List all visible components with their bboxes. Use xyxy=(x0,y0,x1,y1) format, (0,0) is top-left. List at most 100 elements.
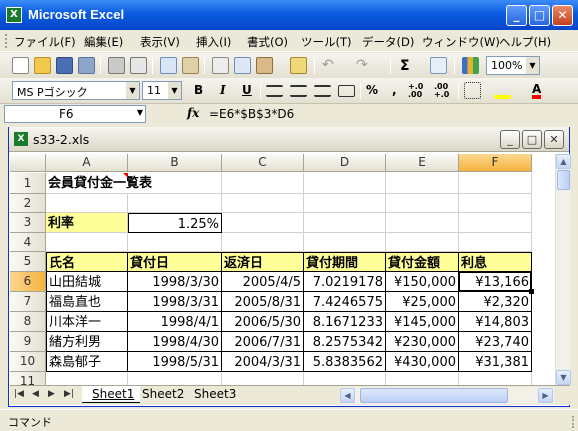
zoom-combo[interactable]: 100% ▼ xyxy=(486,56,540,75)
row-header-6[interactable]: 6 xyxy=(10,272,46,292)
cell-c8[interactable]: 2006/5/30 xyxy=(222,312,304,332)
print-preview-icon[interactable] xyxy=(130,57,147,74)
font-size-combo[interactable]: 11 ▼ xyxy=(142,81,182,100)
chevron-down-icon[interactable]: ▼ xyxy=(137,108,143,117)
worksheet-grid[interactable]: A B C D E F 1 会員貸付金一覧表 2 3 利率 1.25% 4 5 氏名 貸付日 返済日 貸付期間 貸付… xyxy=(10,154,555,385)
chevron-down-icon[interactable]: ▼ xyxy=(168,82,181,99)
scroll-right-icon[interactable]: ▶ xyxy=(538,388,553,403)
chevron-down-icon[interactable]: ▼ xyxy=(526,57,539,74)
cell-d10[interactable]: 5.8383562 xyxy=(304,352,386,372)
cell-b2[interactable] xyxy=(128,194,222,213)
cell-c9[interactable]: 2006/7/31 xyxy=(222,332,304,352)
format-painter-icon[interactable] xyxy=(290,57,307,74)
borders-icon[interactable] xyxy=(464,82,481,99)
menu-edit[interactable]: 編集(E) xyxy=(84,34,123,50)
undo-icon[interactable]: ↶ xyxy=(322,57,339,74)
cell-c5[interactable]: 返済日 xyxy=(222,252,304,272)
row-header-7[interactable]: 7 xyxy=(10,292,46,312)
paste-icon[interactable] xyxy=(256,57,273,74)
cell-a6[interactable]: 山田結城 xyxy=(46,272,128,292)
column-header-c[interactable]: C xyxy=(222,154,304,172)
menu-view[interactable]: 表示(V) xyxy=(140,34,180,50)
cell-c4[interactable] xyxy=(222,233,304,252)
menu-format[interactable]: 書式(O) xyxy=(247,34,288,50)
cell-c2[interactable] xyxy=(222,194,304,213)
chevron-down-icon[interactable]: ▼ xyxy=(126,82,139,99)
cell-c10[interactable]: 2004/3/31 xyxy=(222,352,304,372)
italic-button[interactable]: I xyxy=(220,83,226,97)
resize-grip[interactable] xyxy=(562,416,574,428)
cut-icon[interactable] xyxy=(212,57,229,74)
wb-maximize-button[interactable]: □ xyxy=(522,130,542,149)
horizontal-scrollbar[interactable]: ◀ ▶ xyxy=(340,387,554,404)
menu-insert[interactable]: 挿入(I) xyxy=(196,34,231,50)
column-header-e[interactable]: E xyxy=(386,154,459,172)
cell-e3[interactable] xyxy=(386,213,459,233)
last-sheet-icon[interactable]: ▶| xyxy=(64,389,74,399)
align-center-icon[interactable] xyxy=(290,85,307,97)
scroll-up-icon[interactable]: ▲ xyxy=(556,154,571,169)
cell-f1[interactable] xyxy=(459,173,532,194)
cell-a5[interactable]: 氏名 xyxy=(46,252,128,272)
cell-b1[interactable] xyxy=(128,173,222,194)
column-header-d[interactable]: D xyxy=(304,154,386,172)
cell-b10[interactable]: 1998/5/31 xyxy=(128,352,222,372)
cell-d2[interactable] xyxy=(304,194,386,213)
column-header-b[interactable]: B xyxy=(128,154,222,172)
wb-close-button[interactable]: ✕ xyxy=(544,130,564,149)
align-left-icon[interactable] xyxy=(266,85,283,97)
prev-sheet-icon[interactable]: ◀ xyxy=(32,389,39,399)
menu-window[interactable]: ウィンドウ(W) xyxy=(422,34,500,50)
row-header-9[interactable]: 9 xyxy=(10,332,46,352)
row-header-5[interactable]: 5 xyxy=(10,252,46,272)
cell-e9[interactable]: ¥230,000 xyxy=(386,332,459,352)
cell-b6[interactable]: 1998/3/30 xyxy=(128,272,222,292)
font-name-combo[interactable]: MS Pゴシック ▼ xyxy=(12,81,140,100)
decrease-decimal-button[interactable]: .00 +.0 xyxy=(434,83,454,99)
open-icon[interactable] xyxy=(34,57,51,74)
cell-f11[interactable] xyxy=(459,372,532,385)
cell-a11[interactable] xyxy=(46,372,128,385)
select-all-corner[interactable] xyxy=(10,154,46,172)
cell-f5[interactable]: 利息 xyxy=(459,252,532,272)
cell-a10[interactable]: 森島郁子 xyxy=(46,352,128,372)
sheet-tab-sheet3[interactable]: Sheet3 xyxy=(184,386,242,403)
vertical-scrollbar[interactable]: ▲ ▼ xyxy=(555,154,571,385)
horizontal-scroll-thumb[interactable] xyxy=(360,388,508,403)
permission-icon[interactable] xyxy=(78,57,95,74)
cell-f3[interactable] xyxy=(459,213,532,233)
fill-handle[interactable] xyxy=(529,289,534,294)
menu-help[interactable]: ヘルプ(H) xyxy=(499,34,551,50)
next-sheet-icon[interactable]: ▶ xyxy=(48,389,55,399)
cell-e4[interactable] xyxy=(386,233,459,252)
menu-tools[interactable]: ツール(T) xyxy=(301,34,352,50)
close-button[interactable]: ✕ xyxy=(552,5,573,26)
increase-decimal-button[interactable]: +.0 .00 xyxy=(408,83,428,99)
bold-button[interactable]: B xyxy=(194,83,203,97)
redo-icon[interactable]: ↷ xyxy=(356,57,373,74)
cell-a7[interactable]: 福島直也 xyxy=(46,292,128,312)
cell-d5[interactable]: 貸付期間 xyxy=(304,252,386,272)
cell-d3[interactable] xyxy=(304,213,386,233)
cell-b7[interactable]: 1998/3/31 xyxy=(128,292,222,312)
new-icon[interactable] xyxy=(12,57,29,74)
row-header-1[interactable]: 1 xyxy=(10,173,46,194)
wb-minimize-button[interactable]: _ xyxy=(500,130,520,149)
sort-ascending-icon[interactable] xyxy=(430,57,447,74)
cell-f9[interactable]: ¥23,740 xyxy=(459,332,532,352)
spelling-icon[interactable] xyxy=(160,57,177,74)
save-icon[interactable] xyxy=(56,57,73,74)
sheet-tab-sheet2[interactable]: Sheet2 xyxy=(132,386,190,403)
cell-d4[interactable] xyxy=(304,233,386,252)
menu-data[interactable]: データ(D) xyxy=(362,34,414,50)
cell-b5[interactable]: 貸付日 xyxy=(128,252,222,272)
align-right-icon[interactable] xyxy=(314,85,331,97)
cell-f10[interactable]: ¥31,381 xyxy=(459,352,532,372)
row-header-2[interactable]: 2 xyxy=(10,194,46,213)
cell-a2[interactable] xyxy=(46,194,128,213)
cell-d8[interactable]: 8.1671233 xyxy=(304,312,386,332)
cell-e2[interactable] xyxy=(386,194,459,213)
vertical-scroll-thumb[interactable] xyxy=(557,170,570,190)
autosum-icon[interactable]: Σ xyxy=(400,58,410,74)
cell-b11[interactable] xyxy=(128,372,222,385)
